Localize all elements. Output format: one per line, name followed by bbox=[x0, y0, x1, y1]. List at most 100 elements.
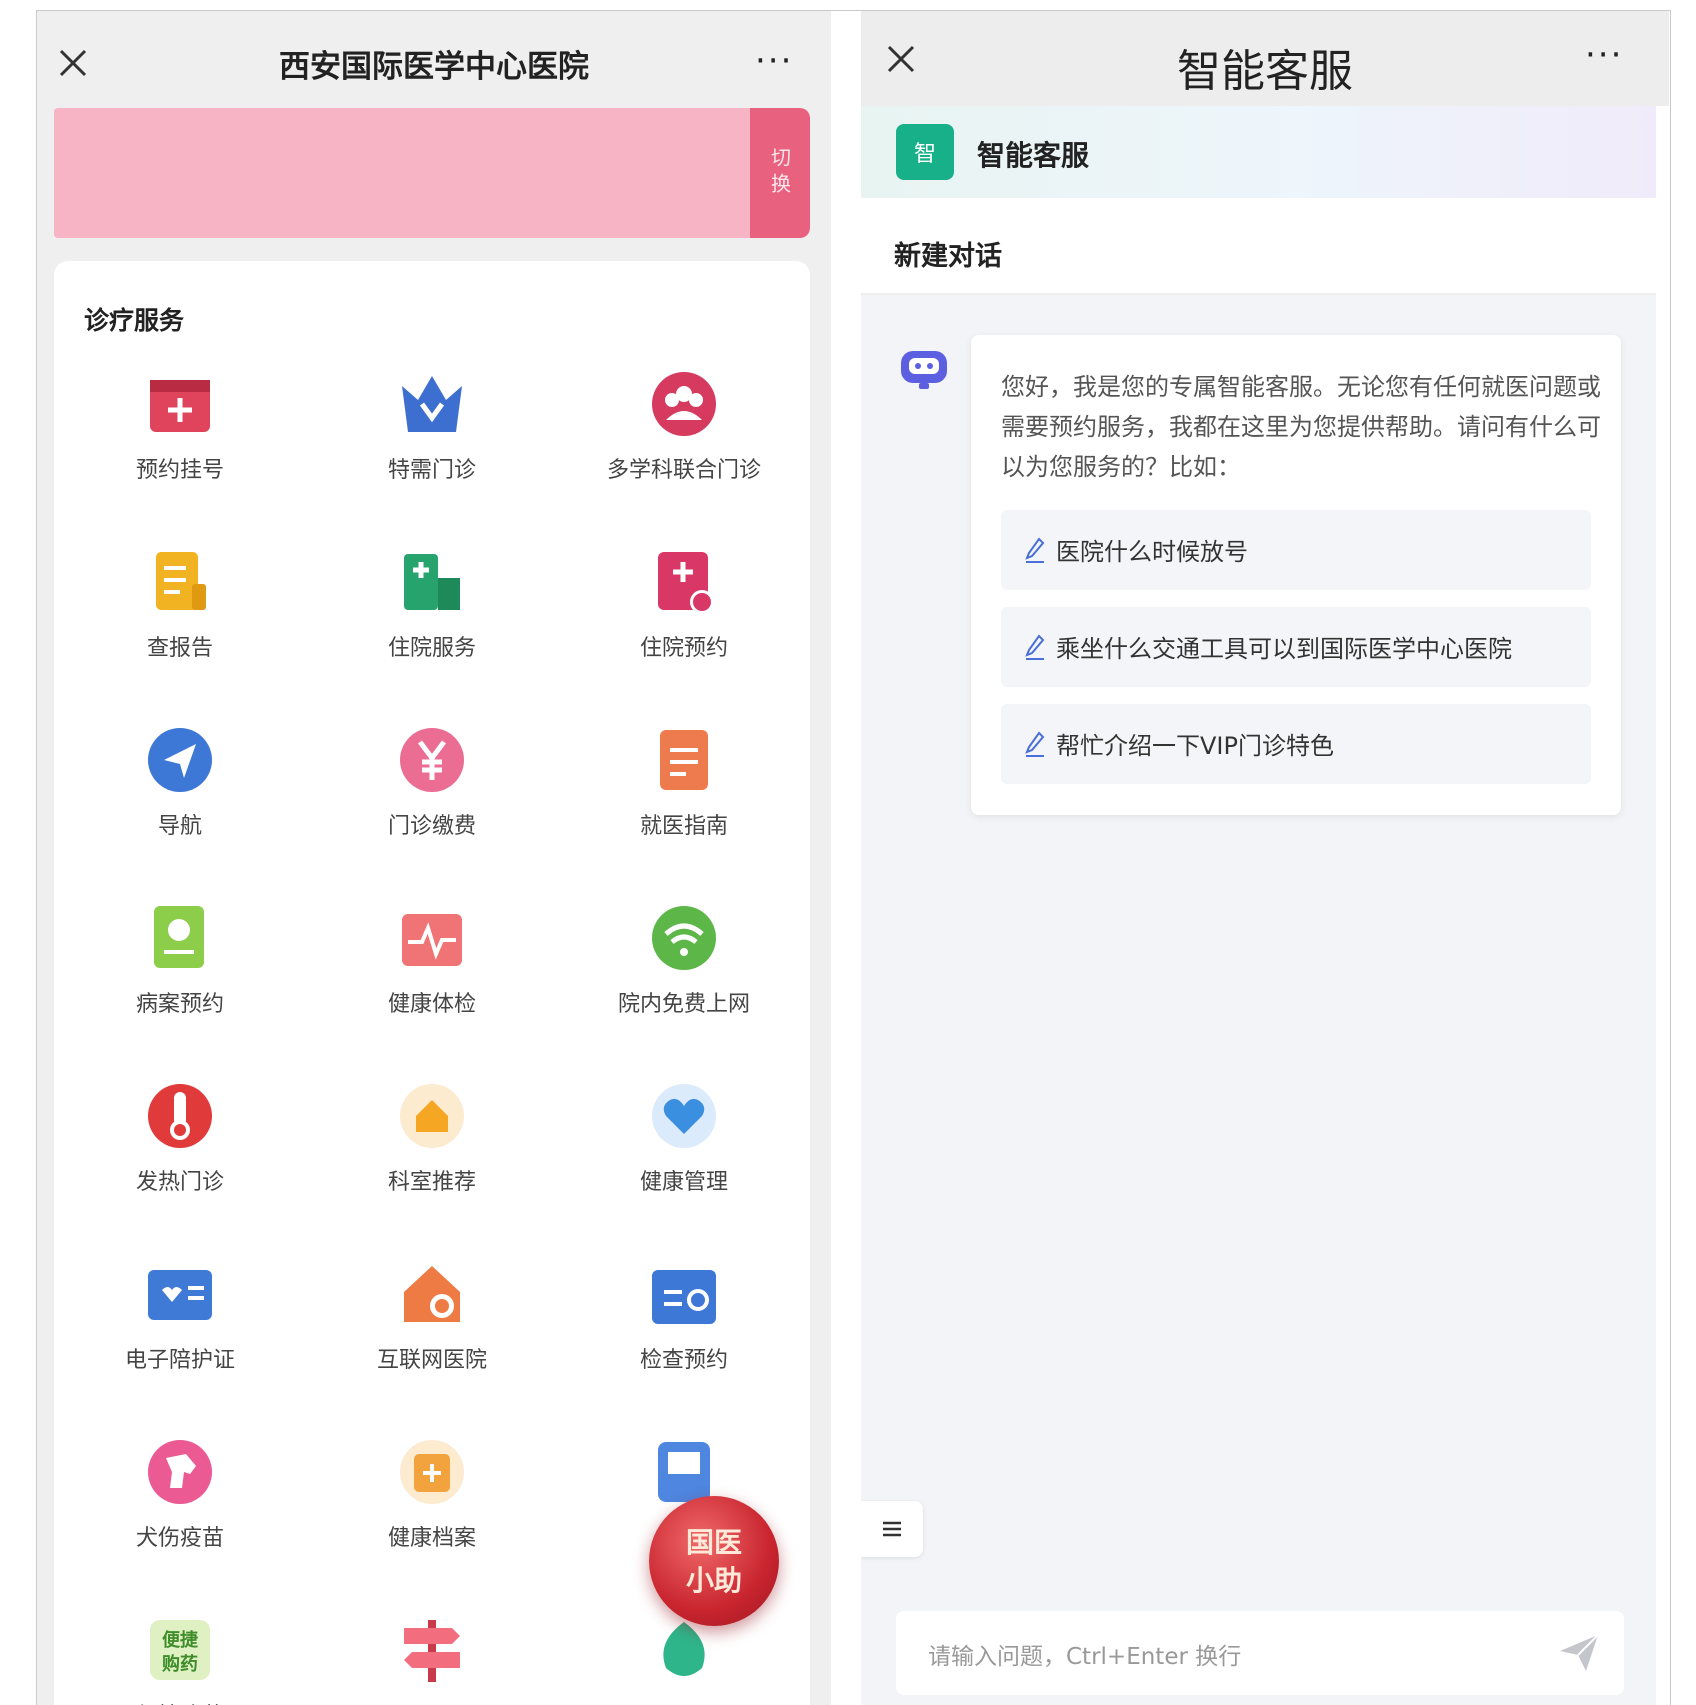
dog-icon bbox=[148, 1440, 212, 1504]
suggestion-item[interactable]: 乘坐什么交通工具可以到国际医学中心医院 bbox=[1001, 607, 1591, 687]
message-input[interactable]: 请输入问题，Ctrl+Enter 换行 bbox=[896, 1611, 1624, 1695]
service-label: 发热门诊 bbox=[135, 1170, 224, 1195]
service-item[interactable]: 健康体检 bbox=[306, 890, 558, 1068]
team-icon bbox=[652, 372, 716, 436]
switch-button[interactable]: 切换 bbox=[750, 108, 810, 238]
id-card-icon bbox=[148, 1270, 212, 1320]
exam-calendar-icon bbox=[652, 1270, 716, 1324]
suggestion-text: 帮忙介绍一下VIP门诊特色 bbox=[1056, 732, 1334, 760]
service-item[interactable]: 电子陪护证 bbox=[54, 1246, 306, 1424]
svg-text:便捷: 便捷 bbox=[162, 1629, 199, 1651]
service-label: 导航 bbox=[157, 814, 202, 839]
page-title: 智能客服 bbox=[1177, 46, 1353, 97]
service-label: 住院服务 bbox=[387, 636, 476, 661]
service-label: 多学科联合门诊 bbox=[606, 458, 761, 483]
service-label: 科室推荐 bbox=[387, 1170, 476, 1195]
heart-icon bbox=[652, 1084, 716, 1148]
menu-toggle-button[interactable] bbox=[861, 1501, 923, 1557]
service-label: 预约挂号 bbox=[135, 458, 224, 483]
service-item[interactable]: 便捷购药便捷购药 bbox=[54, 1602, 306, 1705]
service-item[interactable]: 住院预约 bbox=[558, 534, 810, 712]
appointment-clock-icon bbox=[658, 552, 714, 614]
service-label: 健康档案 bbox=[387, 1526, 476, 1551]
service-label: 病案预约 bbox=[135, 992, 224, 1017]
top-bar: 西安国际医学中心医院 ··· bbox=[37, 11, 831, 106]
home-icon bbox=[400, 1084, 464, 1148]
fab-label-line1: 国医 bbox=[685, 1526, 742, 1559]
greeting-text: 您好，我是您的专属智能客服。无论您有任何就医问题或需要预约服务，我都在这里为您提… bbox=[1001, 373, 1601, 481]
hospital-bed-icon bbox=[404, 554, 460, 610]
signpost-icon bbox=[404, 1620, 460, 1682]
hospital-app-screen: 西安国际医学中心医院 ··· 切换 诊疗服务 预约挂号 特需门诊 多学科联合门诊查报… bbox=[37, 11, 831, 1705]
service-item[interactable]: 预约挂号 bbox=[54, 356, 306, 534]
service-label: 院内免费上网 bbox=[617, 992, 750, 1017]
bot-message: 您好，我是您的专属智能客服。无论您有任何就医问题或需要预约服务，我都在这里为您提… bbox=[971, 335, 1621, 815]
internet-hospital-icon bbox=[404, 1266, 460, 1322]
more-menu-button[interactable]: ··· bbox=[1585, 38, 1623, 72]
pen-icon bbox=[1025, 634, 1045, 660]
section-title: 诊疗服务 bbox=[84, 306, 185, 335]
page-title: 西安国际医学中心医院 bbox=[279, 49, 589, 85]
crown-icon bbox=[402, 376, 462, 432]
chat-area: 您好，我是您的专属智能客服。无论您有任何就医问题或需要预约服务，我都在这里为您提… bbox=[861, 295, 1656, 1705]
service-label: 健康体检 bbox=[387, 992, 476, 1017]
service-label: 健康管理 bbox=[639, 1170, 728, 1195]
service-item[interactable]: 查报告 bbox=[54, 534, 306, 712]
health-check-icon bbox=[402, 914, 462, 966]
medical-record-icon bbox=[154, 906, 204, 968]
send-icon[interactable] bbox=[1556, 1629, 1602, 1675]
service-item[interactable]: 住院服务 bbox=[306, 534, 558, 712]
service-item[interactable]: 多学科联合门诊 bbox=[558, 356, 810, 534]
bot-header: 智 智能客服 bbox=[861, 106, 1656, 198]
service-item[interactable]: 导航 bbox=[54, 712, 306, 890]
report-icon bbox=[156, 552, 206, 610]
suggestion-text: 医院什么时候放号 bbox=[1056, 538, 1248, 566]
service-label: 互联网医院 bbox=[376, 1348, 487, 1373]
guide-icon bbox=[660, 730, 708, 790]
top-bar: 智能客服 ··· bbox=[861, 11, 1669, 106]
service-item[interactable]: 科室推荐 bbox=[306, 1068, 558, 1246]
service-label: 检查预约 bbox=[639, 1348, 728, 1373]
pen-icon bbox=[1025, 731, 1045, 757]
service-item[interactable]: 就医指南 bbox=[558, 712, 810, 890]
service-label: 特需门诊 bbox=[387, 458, 476, 483]
service-item[interactable]: 病案预约 bbox=[54, 890, 306, 1068]
service-item[interactable]: 特需门诊 bbox=[306, 356, 558, 534]
robot-icon bbox=[901, 351, 947, 389]
health-file-icon bbox=[400, 1440, 464, 1504]
service-label: 查报告 bbox=[146, 636, 213, 661]
bot-name: 智能客服 bbox=[977, 139, 1090, 172]
service-item[interactable]: 健康管理 bbox=[558, 1068, 810, 1246]
service-item[interactable]: 健康档案 bbox=[306, 1424, 558, 1602]
service-item[interactable]: 院内免费上网 bbox=[558, 890, 810, 1068]
more-menu-button[interactable]: ··· bbox=[755, 44, 793, 78]
suggestion-item[interactable]: 医院什么时候放号 bbox=[1001, 510, 1591, 590]
input-placeholder: 请输入问题，Ctrl+Enter 换行 bbox=[928, 1644, 1242, 1670]
svg-text:购药: 购药 bbox=[162, 1653, 198, 1675]
bot-avatar: 智 bbox=[896, 124, 954, 180]
yuan-icon bbox=[400, 728, 464, 792]
assistant-floating-button[interactable]: 国医 小助 bbox=[649, 1496, 779, 1626]
calendar-plus-icon bbox=[150, 380, 210, 432]
banner[interactable]: 切换 bbox=[54, 108, 810, 238]
service-item[interactable]: 发热门诊 bbox=[54, 1068, 306, 1246]
fab-label-line2: 小助 bbox=[685, 1564, 742, 1597]
new-conversation-button[interactable]: 新建对话 bbox=[894, 234, 1002, 273]
service-label: 住院预约 bbox=[639, 636, 728, 661]
service-label: 电子陪护证 bbox=[124, 1348, 235, 1373]
list-icon bbox=[883, 1521, 901, 1537]
thermometer-icon bbox=[148, 1084, 212, 1148]
suggestion-text: 乘坐什么交通工具可以到国际医学中心医院 bbox=[1056, 635, 1512, 663]
service-item[interactable]: 互联网医院 bbox=[306, 1246, 558, 1424]
service-item[interactable]: 犬伤疫苗 bbox=[54, 1424, 306, 1602]
service-item[interactable]: 门诊缴费 bbox=[306, 712, 558, 890]
service-item[interactable] bbox=[306, 1602, 558, 1705]
pharmacy-icon: 便捷购药 bbox=[150, 1620, 210, 1680]
service-item[interactable]: 检查预约 bbox=[558, 1246, 810, 1424]
wifi-icon bbox=[652, 906, 716, 970]
pen-icon bbox=[1025, 537, 1045, 563]
chatbot-screen: 智能客服 ··· 智 智能客服 新建对话 您好，我是您的专属智能客服。无论您有任… bbox=[861, 11, 1669, 1705]
suggestion-item[interactable]: 帮忙介绍一下VIP门诊特色 bbox=[1001, 704, 1591, 784]
service-label: 便捷购药 bbox=[54, 1698, 306, 1705]
service-label: 门诊缴费 bbox=[387, 814, 476, 839]
